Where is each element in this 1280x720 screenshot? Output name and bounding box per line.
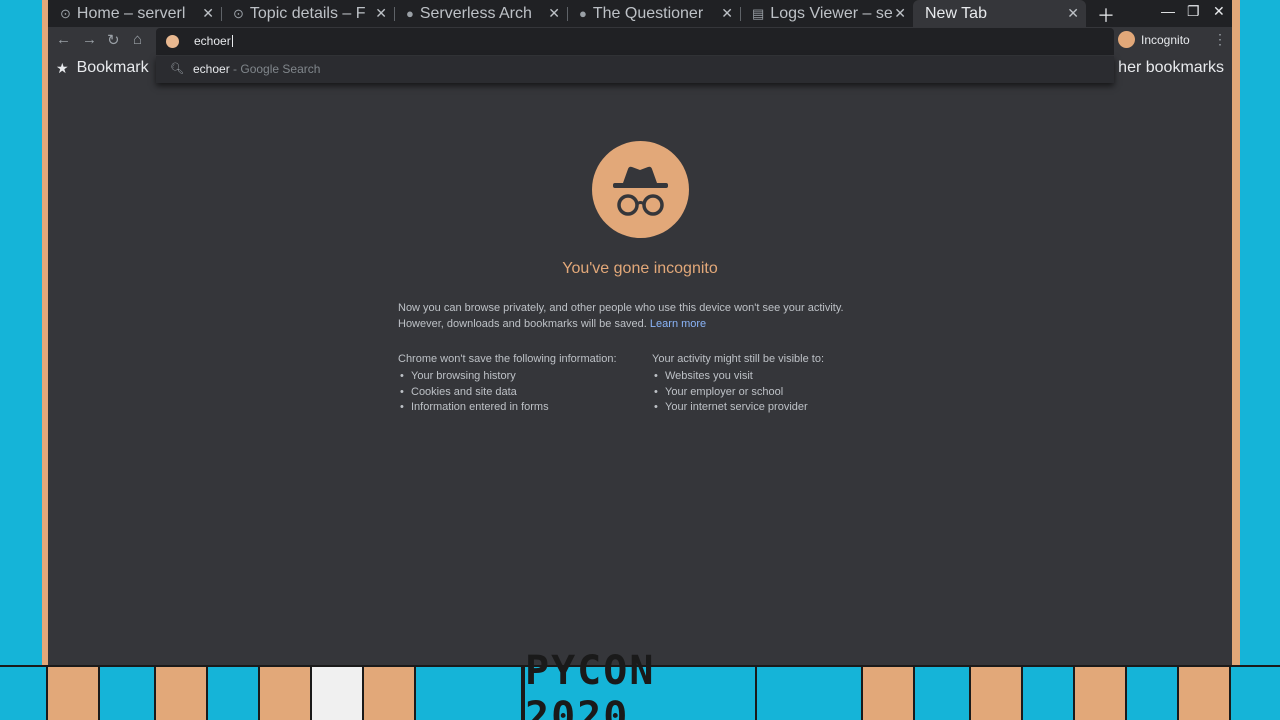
tab-new-tab[interactable]: New Tab ✕ (913, 0, 1086, 27)
list-item: Your browsing history (398, 369, 617, 385)
site-info-icon[interactable] (166, 35, 179, 48)
page-title: You've gone incognito (562, 260, 718, 277)
tab-title: Serverless Arch (419, 4, 532, 22)
incognito-icon (1118, 31, 1135, 48)
tab-home[interactable]: ⊙ Home – serverl ✕ (48, 0, 221, 27)
list-item: Websites you visit (652, 369, 824, 385)
banner-tile (100, 667, 156, 720)
banner-tile (364, 667, 416, 720)
close-icon[interactable]: ✕ (375, 5, 387, 22)
tab-title: Home – serverl (76, 4, 186, 22)
pycon-banner: PYCON 2020 (0, 648, 1280, 720)
tab-topic-details[interactable]: ⊙ Topic details – F ✕ (221, 0, 394, 27)
list-item: Information entered in forms (398, 400, 617, 416)
banner-tile (757, 667, 863, 720)
restore-icon[interactable]: ❐ (1187, 3, 1200, 20)
tab-title: The Questioner (592, 4, 704, 22)
banner-tile (863, 667, 915, 720)
minimize-icon[interactable]: — (1161, 3, 1175, 19)
close-window-icon[interactable]: ✕ (1213, 3, 1225, 20)
visible-to-list: Your activity might still be visible to:… (652, 351, 824, 416)
reload-icon[interactable]: ↻ (107, 31, 120, 49)
banner-tile (1127, 667, 1179, 720)
banner-tile (1231, 667, 1280, 720)
banner-tile (312, 667, 364, 720)
more-menu-icon[interactable]: ⋮ (1213, 31, 1227, 48)
tab-favicon-icon: ⊙ (233, 5, 244, 21)
incognito-glyph (613, 166, 668, 216)
address-input[interactable]: echoer (194, 34, 233, 48)
tab-favicon-icon: ⊙ (60, 5, 71, 21)
close-icon[interactable]: ✕ (202, 5, 214, 22)
close-icon[interactable]: ✕ (721, 5, 733, 22)
incognito-icon (592, 141, 689, 238)
list-item: Your employer or school (652, 385, 824, 401)
not-saved-heading: Chrome won't save the following informat… (398, 353, 617, 365)
pycon-logo: PYCON 2020 (523, 648, 757, 720)
close-icon[interactable]: ✕ (894, 5, 906, 22)
address-bar[interactable]: echoer (156, 28, 1114, 55)
tab-title: New Tab (925, 4, 987, 22)
omnibox-suggestion[interactable]: 🔍︎ echoer - Google Search (156, 56, 1114, 83)
banner-tile (915, 667, 971, 720)
tab-logs-viewer[interactable]: ▤ Logs Viewer – se ✕ (740, 0, 913, 27)
banner-tile (48, 667, 100, 720)
tab-strip: ⊙ Home – serverl ✕ ⊙ Topic details – F ✕… (48, 0, 1232, 27)
banner-tile (1179, 667, 1231, 720)
visible-to-heading: Your activity might still be visible to: (652, 353, 824, 365)
intro-line-text: However, downloads and bookmarks will be… (398, 318, 647, 330)
list-item: Cookies and site data (398, 385, 617, 401)
close-icon[interactable]: ✕ (548, 5, 560, 22)
toolbar: ← → ↻ ⌂ echoer Incognito ⋮ (48, 27, 1232, 55)
not-saved-list: Chrome won't save the following informat… (398, 351, 617, 416)
learn-more-link[interactable]: Learn more (650, 318, 706, 330)
suggestion-query: echoer (193, 62, 230, 76)
tab-serverless-arch[interactable]: ● Serverless Arch ✕ (394, 0, 567, 27)
list-item: Your internet service provider (652, 400, 824, 416)
back-icon[interactable]: ← (56, 31, 71, 48)
banner-tile (156, 667, 208, 720)
banner-tile (260, 667, 312, 720)
banner-tile (0, 667, 48, 720)
banner-tile (416, 667, 523, 720)
profile-label: Incognito (1141, 32, 1190, 47)
suggestion-text: echoer - Google Search (193, 62, 320, 76)
banner-tile (971, 667, 1023, 720)
suggestion-suffix: - Google Search (229, 62, 321, 76)
intro-line: Now you can browse privately, and other … (398, 302, 844, 314)
tab-title: Topic details – F (249, 4, 366, 22)
tab-favicon-icon: ● (406, 6, 414, 21)
banner-tile (1075, 667, 1127, 720)
intro-line: However, downloads and bookmarks will be… (398, 316, 878, 332)
tab-title: Logs Viewer – se (770, 4, 893, 22)
tab-favicon-icon: ● (579, 6, 587, 21)
bookmarks-button[interactable]: ★ Bookmark (56, 59, 149, 77)
browser-window: ⊙ Home – serverl ✕ ⊙ Topic details – F ✕… (48, 0, 1232, 665)
tab-the-questioner[interactable]: ● The Questioner ✕ (567, 0, 740, 27)
banner-tile (208, 667, 260, 720)
home-icon[interactable]: ⌂ (133, 31, 142, 48)
star-icon: ★ (56, 59, 69, 76)
incognito-new-tab-page: You've gone incognito Now you can browse… (48, 83, 1232, 665)
bookmarks-label: Bookmark (76, 59, 149, 76)
forward-icon[interactable]: → (82, 31, 97, 48)
incognito-profile-button[interactable]: Incognito (1118, 31, 1190, 48)
new-tab-button[interactable]: ＋ (1097, 2, 1115, 28)
banner-tile (1023, 667, 1075, 720)
close-icon[interactable]: ✕ (1067, 5, 1079, 22)
search-icon: 🔍︎ (170, 63, 184, 75)
intro-text: Now you can browse privately, and other … (398, 300, 878, 332)
other-bookmarks-button[interactable]: her bookmarks (1118, 59, 1224, 77)
tab-favicon-icon: ▤ (752, 5, 765, 21)
